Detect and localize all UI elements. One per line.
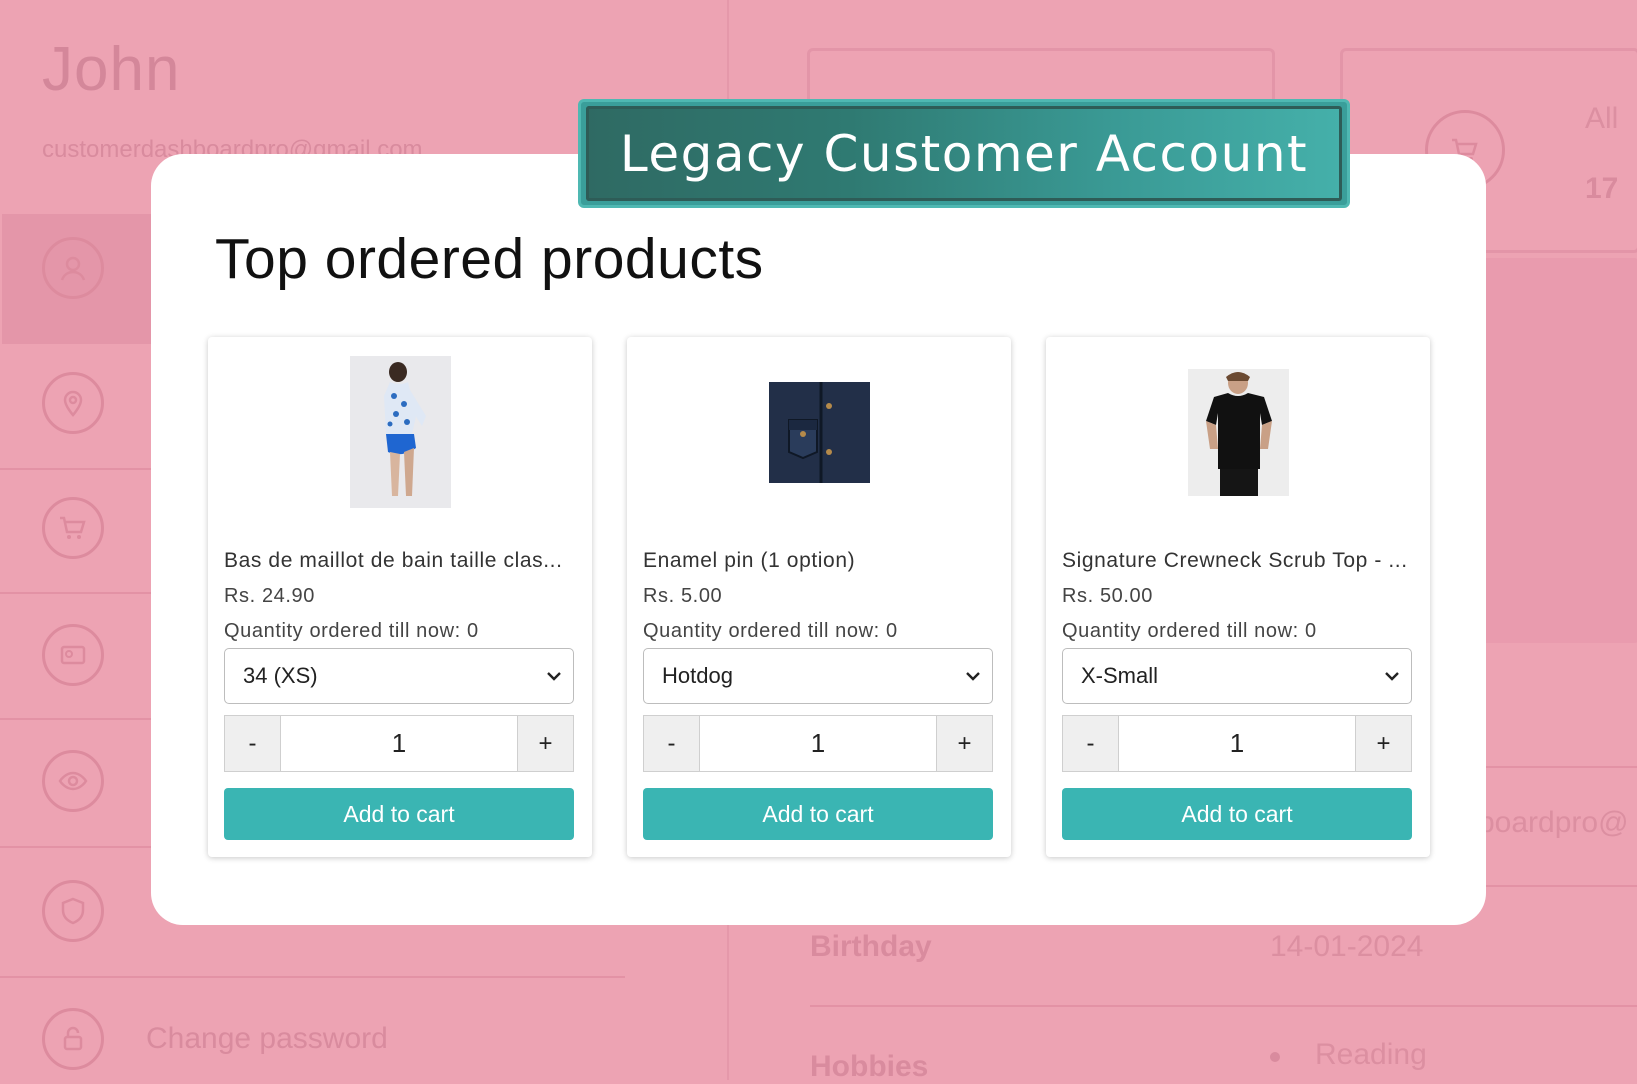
product-card: Bas de maillot de bain taille clas... Rs…	[208, 337, 592, 857]
product-price: Rs. 5.00	[643, 585, 723, 607]
email-value: boardpro@	[1478, 806, 1629, 839]
quantity-ordered-text: Quantity ordered till now: 0	[1062, 620, 1317, 642]
birthday-label: Birthday	[810, 930, 932, 963]
header-banner-inner: Legacy Customer Account	[586, 106, 1342, 201]
location-pin-icon	[42, 372, 104, 434]
section-title: Top ordered products	[215, 227, 764, 291]
product-image-wrap	[208, 337, 592, 527]
product-image-wrap	[627, 337, 1011, 527]
top-products-card: Top ordered products Bas de maillot de b…	[151, 154, 1486, 925]
variant-value: X-Small	[1081, 663, 1159, 688]
product-name[interactable]: Bas de maillot de bain taille clas...	[224, 549, 576, 573]
variant-select[interactable]: 34 (XS)	[224, 648, 574, 704]
hobby-item: Reading	[1315, 1038, 1427, 1071]
quantity-input[interactable]: 1	[1119, 716, 1355, 771]
product-card: Enamel pin (1 option) Rs. 5.00 Quantity …	[627, 337, 1011, 857]
hobby-bullet	[1270, 1052, 1280, 1062]
cart-icon	[42, 497, 104, 559]
sidebar-divider	[0, 976, 625, 978]
increment-button[interactable]: +	[517, 716, 573, 771]
orders-count: 17	[1585, 172, 1619, 205]
product-image-swimwear[interactable]	[349, 356, 451, 508]
product-name[interactable]: Enamel pin (1 option)	[643, 549, 995, 573]
add-to-cart-button[interactable]: Add to cart	[1062, 788, 1412, 840]
product-card: Signature Crewneck Scrub Top - ... Rs. 5…	[1046, 337, 1430, 857]
decrement-button[interactable]: -	[1063, 716, 1119, 771]
product-price: Rs. 24.90	[224, 585, 316, 607]
product-list: Bas de maillot de bain taille clas... Rs…	[208, 337, 1430, 857]
user-icon	[42, 237, 104, 299]
quantity-ordered-text: Quantity ordered till now: 0	[224, 620, 479, 642]
increment-button[interactable]: +	[1355, 716, 1411, 771]
quantity-ordered-text: Quantity ordered till now: 0	[643, 620, 898, 642]
variant-value: 34 (XS)	[243, 663, 318, 688]
shield-icon	[42, 880, 104, 942]
decrement-button[interactable]: -	[225, 716, 281, 771]
add-to-cart-button[interactable]: Add to cart	[643, 788, 993, 840]
product-price: Rs. 50.00	[1062, 585, 1154, 607]
chevron-down-icon	[547, 672, 561, 681]
quantity-input[interactable]: 1	[700, 716, 936, 771]
product-image-tshirt[interactable]	[1187, 368, 1289, 496]
add-to-cart-button[interactable]: Add to cart	[224, 788, 574, 840]
quantity-stepper: - 1 +	[224, 715, 574, 772]
decrement-button[interactable]: -	[644, 716, 700, 771]
hobbies-label: Hobbies	[810, 1050, 929, 1083]
product-image-wrap	[1046, 337, 1430, 527]
info-divider	[810, 1005, 1637, 1007]
eye-icon	[42, 750, 104, 812]
variant-select[interactable]: X-Small	[1062, 648, 1412, 704]
chevron-down-icon	[966, 672, 980, 681]
banner-title: Legacy Customer Account	[619, 124, 1309, 183]
header-banner: Legacy Customer Account	[578, 99, 1350, 208]
id-card-icon	[42, 624, 104, 686]
customer-name: John	[42, 35, 181, 104]
variant-value: Hotdog	[662, 663, 733, 688]
quantity-stepper: - 1 +	[1062, 715, 1412, 772]
change-password-link[interactable]: Change password	[146, 1022, 388, 1056]
product-name[interactable]: Signature Crewneck Scrub Top - ...	[1062, 549, 1414, 573]
quantity-input[interactable]: 1	[281, 716, 517, 771]
chevron-down-icon	[1385, 672, 1399, 681]
increment-button[interactable]: +	[936, 716, 992, 771]
variant-select[interactable]: Hotdog	[643, 648, 993, 704]
orders-label: All	[1585, 102, 1619, 135]
lock-icon	[42, 1008, 104, 1070]
quantity-stepper: - 1 +	[643, 715, 993, 772]
birthday-value: 14-01-2024	[1270, 930, 1424, 963]
product-image-denim[interactable]	[768, 381, 870, 483]
